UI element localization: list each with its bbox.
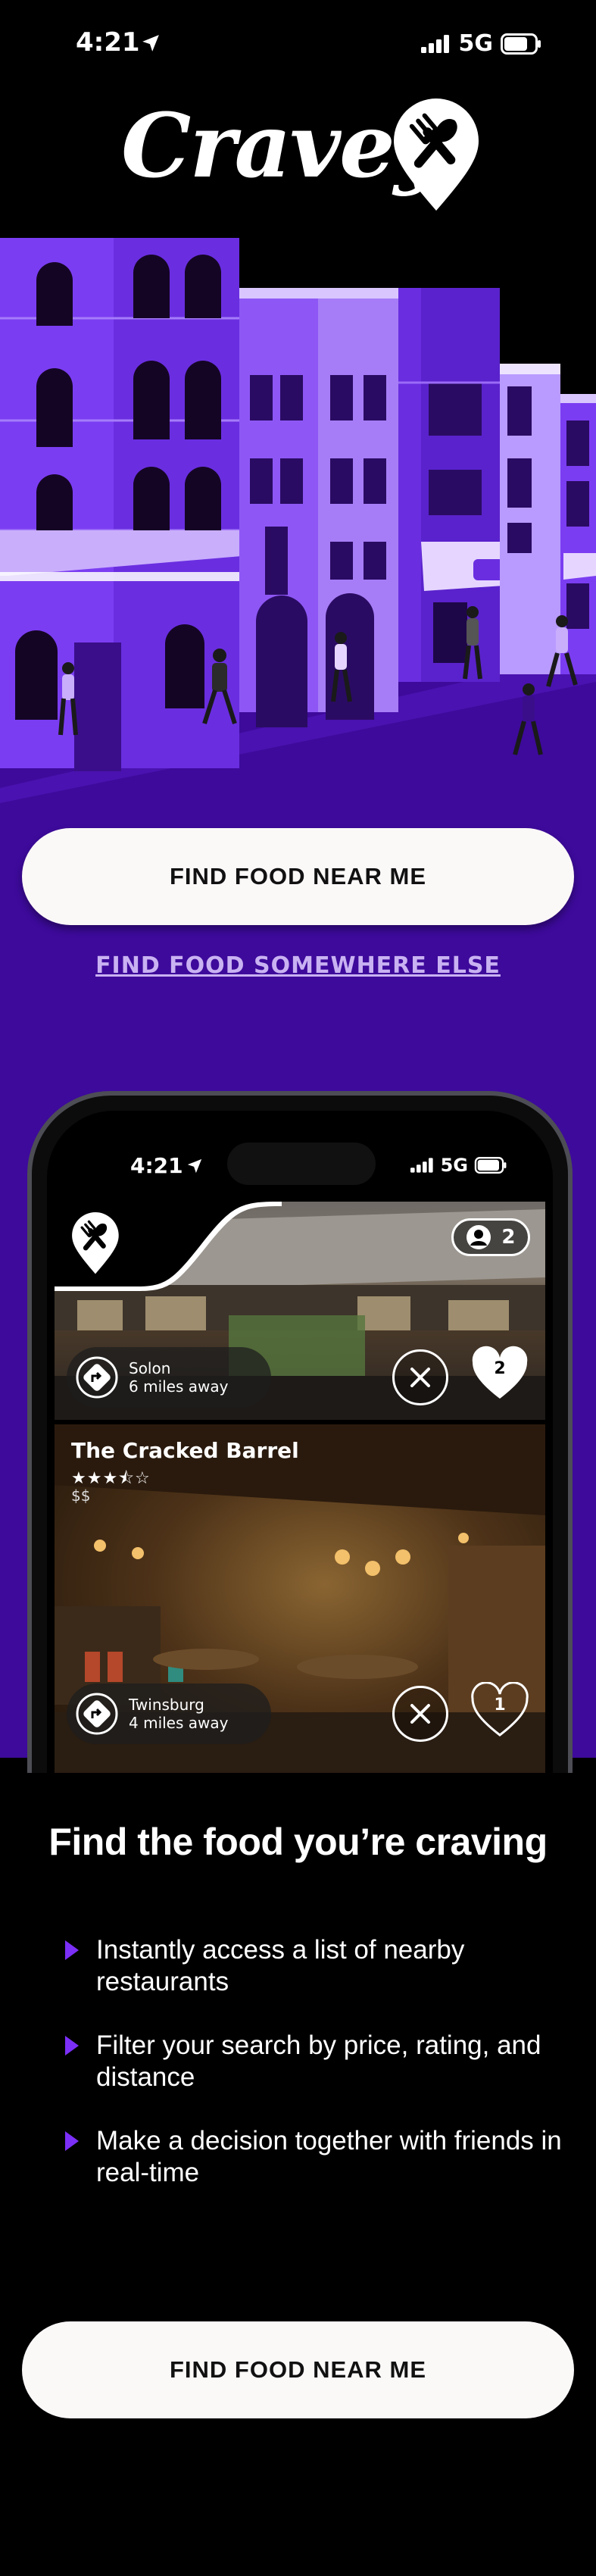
like-count: 2 bbox=[494, 1359, 506, 1378]
reject-button[interactable] bbox=[392, 1349, 448, 1405]
directions-icon bbox=[76, 1693, 118, 1735]
features-title: Find the food you’re craving bbox=[48, 1821, 548, 1863]
location-info: Twinsburg 4 miles away bbox=[129, 1696, 228, 1732]
location-arrow-icon bbox=[187, 1158, 202, 1174]
directions-icon bbox=[76, 1356, 118, 1399]
location-info: Solon 6 miles away bbox=[129, 1359, 228, 1396]
restaurant-name: The Cracked Barrel bbox=[71, 1438, 299, 1463]
battery-icon bbox=[501, 33, 541, 55]
location-arrow-icon bbox=[142, 35, 159, 52]
status-bar: 4:21 5G bbox=[0, 0, 596, 91]
feature-text: Filter your search by price, rating, and… bbox=[96, 2030, 541, 2092]
feature-text: Make a decision together with friends in… bbox=[96, 2126, 562, 2187]
signal-icon bbox=[410, 1158, 433, 1173]
city-street-illustration bbox=[0, 238, 596, 803]
close-icon bbox=[410, 1368, 430, 1387]
reject-button[interactable] bbox=[392, 1686, 448, 1742]
phone-status-time: 4:21 bbox=[130, 1153, 183, 1178]
phone-screen: 4:21 5G 2 Solon 6 miles away 2 The Crack… bbox=[47, 1111, 553, 1773]
party-count: 2 bbox=[501, 1226, 516, 1249]
triangle-bullet-icon bbox=[65, 1940, 79, 1960]
app-tab-corner bbox=[55, 1202, 282, 1291]
triangle-bullet-icon bbox=[65, 2036, 79, 2055]
food-pin-logo-icon bbox=[394, 98, 479, 211]
dynamic-island bbox=[227, 1143, 376, 1185]
location-pill: Twinsburg 4 miles away bbox=[67, 1683, 271, 1744]
status-indicators: 5G bbox=[420, 30, 542, 57]
feature-text: Instantly access a list of nearby restau… bbox=[96, 1935, 465, 1996]
location-distance: 6 miles away bbox=[129, 1377, 229, 1396]
phone-mockup: 4:21 5G 2 Solon 6 miles away 2 The Crack… bbox=[27, 1091, 573, 1773]
person-circle-icon bbox=[467, 1225, 491, 1249]
status-time: 4:21 bbox=[76, 27, 140, 58]
like-count: 1 bbox=[494, 1696, 506, 1715]
like-button[interactable]: 1 bbox=[471, 1681, 529, 1740]
battery-icon bbox=[474, 1157, 507, 1174]
find-food-near-me-button-bottom[interactable]: FIND FOOD NEAR ME bbox=[22, 2321, 574, 2418]
like-button[interactable]: 2 bbox=[471, 1346, 529, 1403]
phone-status-indicators: 5G bbox=[410, 1155, 507, 1176]
restaurant-card[interactable]: 2 Solon 6 miles away 2 bbox=[55, 1202, 545, 1420]
network-label: 5G bbox=[458, 30, 494, 57]
signal-icon bbox=[420, 34, 449, 53]
location-city: Twinsburg bbox=[129, 1696, 204, 1714]
find-food-near-me-button[interactable]: FIND FOOD NEAR ME bbox=[22, 828, 574, 925]
find-food-elsewhere-link[interactable]: FIND FOOD SOMEWHERE ELSE bbox=[0, 952, 596, 979]
phone-network-label: 5G bbox=[440, 1155, 468, 1176]
triangle-bullet-icon bbox=[65, 2131, 79, 2151]
location-distance: 4 miles away bbox=[129, 1714, 229, 1732]
party-members-badge[interactable]: 2 bbox=[451, 1218, 530, 1256]
close-icon bbox=[410, 1704, 430, 1724]
location-city: Solon bbox=[129, 1359, 171, 1377]
restaurant-card[interactable]: The Cracked Barrel ★★★⯪☆ $$ Twinsburg 4 … bbox=[55, 1424, 545, 1773]
location-pill: Solon 6 miles away bbox=[67, 1347, 271, 1408]
restaurant-price: $$ bbox=[71, 1487, 91, 1505]
